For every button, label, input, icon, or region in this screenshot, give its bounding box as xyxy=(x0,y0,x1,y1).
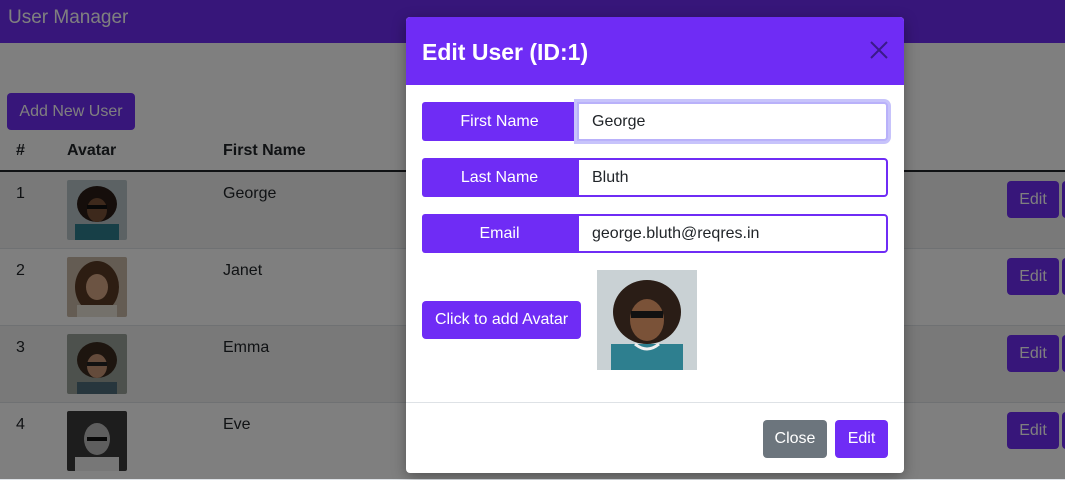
modal-header: Edit User (ID:1) xyxy=(406,17,904,85)
email-label: Email xyxy=(422,214,577,253)
email-input[interactable] xyxy=(577,214,888,253)
close-button[interactable]: Close xyxy=(763,420,827,458)
first-name-label: First Name xyxy=(422,102,577,141)
edit-user-modal: Edit User (ID:1) First Name Last Name Em… xyxy=(406,17,904,473)
last-name-label: Last Name xyxy=(422,158,577,197)
modal-footer: Close Edit xyxy=(406,402,904,473)
add-avatar-button[interactable]: Click to add Avatar xyxy=(422,301,581,339)
avatar-preview xyxy=(597,270,697,370)
close-icon[interactable] xyxy=(868,39,890,61)
modal-title: Edit User (ID:1) xyxy=(422,39,589,65)
first-name-input[interactable] xyxy=(577,102,888,141)
last-name-input[interactable] xyxy=(577,158,888,197)
edit-submit-button[interactable]: Edit xyxy=(835,420,888,458)
